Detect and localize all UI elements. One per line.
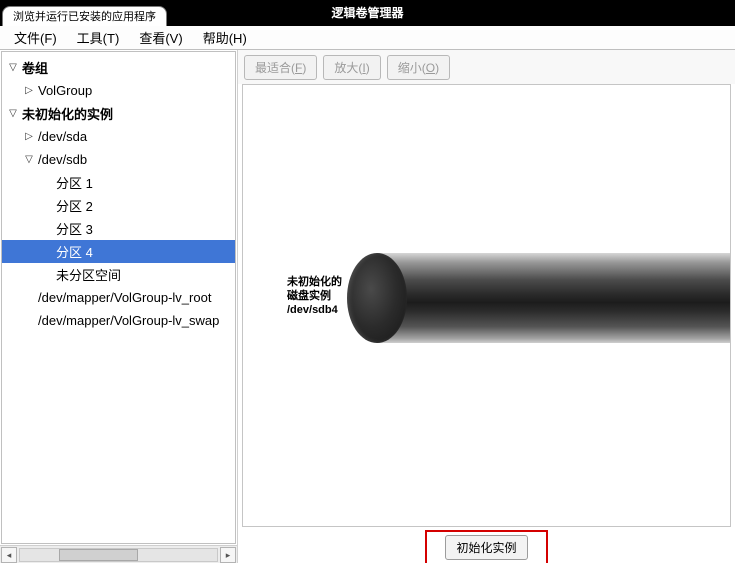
zoom-toolbar: 最适合(F) 放大(I) 缩小(O) <box>238 50 735 84</box>
disk-graphic: 未初始化的 磁盘实例 /dev/sdb4 <box>287 253 730 343</box>
tree-label: 分区 1 <box>54 173 93 192</box>
taskbar-item[interactable]: 浏览并运行已安装的应用程序 <box>2 6 167 26</box>
expander-icon[interactable]: ▷ <box>22 131 36 142</box>
tree-label: 分区 4 <box>54 242 93 261</box>
tree-item-partition-2[interactable]: 分区 2 <box>2 194 235 217</box>
tree-header-volgroups[interactable]: ▽卷组 <box>2 56 235 79</box>
scroll-track[interactable] <box>19 548 218 562</box>
tree-label: 未分区空间 <box>54 265 121 284</box>
scroll-left-button[interactable]: ◂ <box>1 547 17 563</box>
disk-visualization: 未初始化的 磁盘实例 /dev/sdb4 <box>242 84 731 527</box>
tree-label: 分区 2 <box>54 196 93 215</box>
menu-help[interactable]: 帮助(H) <box>193 26 257 49</box>
tree-label: 未初始化的实例 <box>20 104 113 123</box>
horizontal-scrollbar[interactable]: ◂ ▸ <box>0 545 237 563</box>
action-bar: 初始化实例 <box>238 531 735 563</box>
tree-label: 分区 3 <box>54 219 93 238</box>
window-title: 逻辑卷管理器 <box>331 4 403 21</box>
highlight-annotation: 初始化实例 <box>425 530 547 563</box>
tree-label: 卷组 <box>20 58 48 77</box>
scroll-right-button[interactable]: ▸ <box>220 547 236 563</box>
tree-item-free-space[interactable]: 未分区空间 <box>2 263 235 286</box>
tree-item-sdb[interactable]: ▽/dev/sdb <box>2 148 235 171</box>
menu-file[interactable]: 文件(F) <box>4 26 67 49</box>
tree-item-partition-1[interactable]: 分区 1 <box>2 171 235 194</box>
expander-icon[interactable]: ▽ <box>6 108 20 119</box>
initialize-button[interactable]: 初始化实例 <box>445 535 527 560</box>
tree-label: /dev/mapper/VolGroup-lv_swap <box>36 313 219 328</box>
disk-caption: 未初始化的 磁盘实例 /dev/sdb4 <box>287 275 347 317</box>
tree-item-partition-4-selected[interactable]: 分区 4 <box>2 240 235 263</box>
tree-item-partition-3[interactable]: 分区 3 <box>2 217 235 240</box>
zoom-out-button[interactable]: 缩小(O) <box>387 55 450 80</box>
expander-icon[interactable]: ▷ <box>22 85 36 96</box>
tree-label: /dev/mapper/VolGroup-lv_root <box>36 290 211 305</box>
tree-item-mapper-2[interactable]: /dev/mapper/VolGroup-lv_swap <box>2 309 235 332</box>
tree-header-uninit[interactable]: ▽未初始化的实例 <box>2 102 235 125</box>
cylinder-icon <box>347 253 730 343</box>
tree-label: /dev/sda <box>36 129 87 144</box>
menu-view[interactable]: 查看(V) <box>129 26 192 49</box>
tree-label: VolGroup <box>36 83 92 98</box>
desktop-panel: 浏览并运行已安装的应用程序 逻辑卷管理器 <box>0 0 735 26</box>
tree-item-sda[interactable]: ▷/dev/sda <box>2 125 235 148</box>
menubar: 文件(F) 工具(T) 查看(V) 帮助(H) <box>0 26 735 50</box>
scroll-thumb[interactable] <box>59 549 138 561</box>
tree-item-volgroup[interactable]: ▷VolGroup <box>2 79 235 102</box>
content-split: ▽卷组 ▷VolGroup ▽未初始化的实例 ▷/dev/sda ▽/dev/s… <box>0 50 735 563</box>
expander-icon[interactable]: ▽ <box>22 154 36 165</box>
best-fit-button[interactable]: 最适合(F) <box>244 55 317 80</box>
expander-icon[interactable]: ▽ <box>6 62 20 73</box>
menu-tools[interactable]: 工具(T) <box>67 26 130 49</box>
tree-item-mapper-1[interactable]: /dev/mapper/VolGroup-lv_root <box>2 286 235 309</box>
sidebar: ▽卷组 ▷VolGroup ▽未初始化的实例 ▷/dev/sda ▽/dev/s… <box>0 50 238 563</box>
app-window: 浏览并运行已安装的应用程序 逻辑卷管理器 文件(F) 工具(T) 查看(V) 帮… <box>0 0 735 563</box>
zoom-in-button[interactable]: 放大(I) <box>323 55 380 80</box>
main-panel: 最适合(F) 放大(I) 缩小(O) 未初始化的 磁盘实例 /dev/sdb4 <box>238 50 735 563</box>
tree-view[interactable]: ▽卷组 ▷VolGroup ▽未初始化的实例 ▷/dev/sda ▽/dev/s… <box>1 51 236 544</box>
tree-label: /dev/sdb <box>36 152 87 167</box>
